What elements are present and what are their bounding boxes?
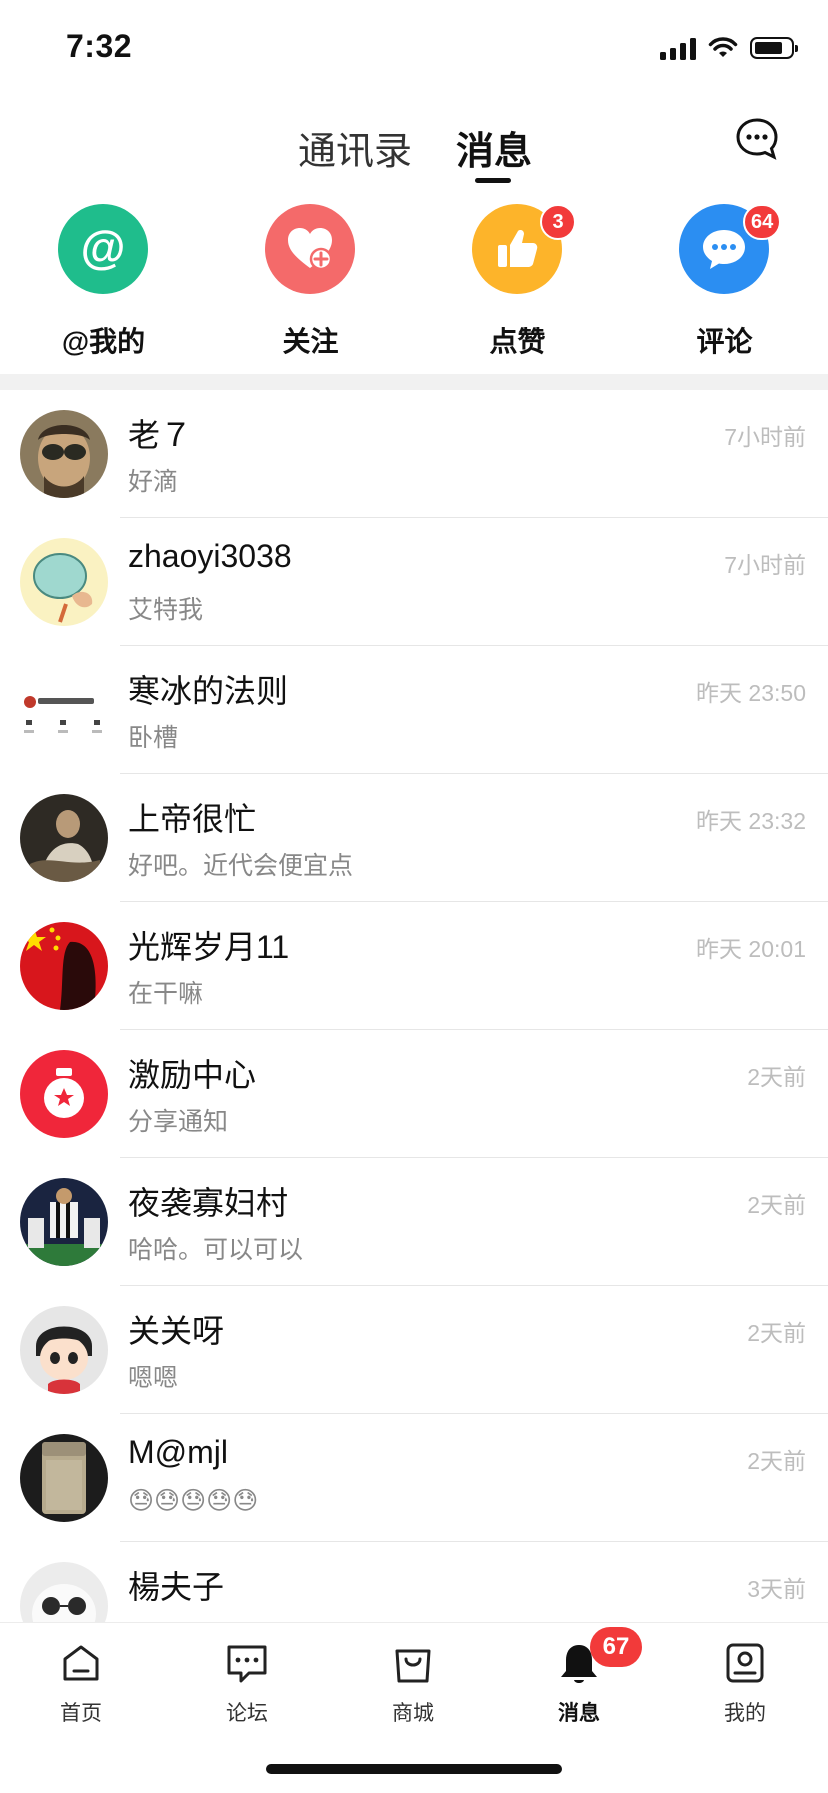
- conversation-preview: 分享通知: [128, 1108, 229, 1136]
- quick-action-mentions[interactable]: @ @我的: [0, 204, 207, 364]
- conversation-time: 2天前: [747, 1320, 806, 1346]
- new-chat-button[interactable]: [734, 116, 780, 162]
- tabbar-label: 商城: [392, 1702, 434, 1725]
- conversation-preview: 在干嘛: [128, 980, 204, 1008]
- cellular-signal-icon: [660, 36, 696, 60]
- conversation-time: 2天前: [747, 1064, 806, 1090]
- tabbar-shop[interactable]: 商城: [358, 1641, 468, 1741]
- shopping-bag-icon: [395, 1649, 431, 1683]
- quick-action-label: 关注: [282, 326, 339, 357]
- avatar: [20, 538, 108, 626]
- conversation-item[interactable]: 夜袭寡妇村 哈哈。可以可以 2天前: [0, 1158, 828, 1286]
- forum-icon: [227, 1645, 267, 1683]
- tab-contacts[interactable]: 通讯录: [298, 120, 412, 175]
- conversation-name: 激励中心: [128, 1057, 257, 1093]
- conversation-list[interactable]: 老７ 好滴 7小时前 zhaoyi3038 艾特我 7小时前 寒冰的法则 卧槽 …: [0, 390, 828, 1622]
- conversation-item[interactable]: 光辉岁月11 在干嘛 昨天 20:01: [0, 902, 828, 1030]
- conversation-name: 老７: [128, 417, 193, 453]
- conversation-name: 楊夫子: [128, 1569, 225, 1605]
- conversation-time: 7小时前: [724, 552, 806, 578]
- quick-action-label: 评论: [696, 326, 753, 357]
- section-divider: [0, 374, 828, 390]
- conversation-preview: 好吧。近代会便宜点: [128, 852, 354, 880]
- quick-actions: @ @我的 关注 3 点赞 64 评论: [0, 204, 828, 364]
- quick-action-label: 点赞: [489, 326, 546, 357]
- likes-badge: 3: [540, 204, 576, 240]
- avatar: [20, 922, 108, 1010]
- tabbar-label: 消息: [558, 1702, 600, 1725]
- at-icon: @: [58, 204, 148, 294]
- conversation-item[interactable]: 关关呀 嗯嗯 2天前: [0, 1286, 828, 1414]
- conversation-time: 7小时前: [724, 424, 806, 450]
- messages-badge: 67: [590, 1627, 642, 1667]
- chat-bubble-icon: [736, 118, 778, 160]
- conversation-preview: 明天呢: [128, 1614, 203, 1622]
- avatar: [20, 666, 108, 754]
- conversation-item[interactable]: 上帝很忙 好吧。近代会便宜点 昨天 23:32: [0, 774, 828, 902]
- home-icon: [63, 1645, 99, 1681]
- status-bar: 7:32: [0, 0, 828, 100]
- svg-text:@: @: [81, 221, 126, 273]
- wifi-icon: [708, 37, 738, 57]
- avatar: [20, 1562, 108, 1622]
- avatar: [20, 1306, 108, 1394]
- conversation-time: 昨天 20:01: [696, 936, 806, 962]
- avatar: [20, 794, 108, 882]
- conversation-name: 光辉岁月11: [128, 929, 290, 965]
- conversation-time: 昨天 23:50: [696, 680, 806, 706]
- quick-action-likes[interactable]: 3 点赞: [414, 204, 621, 364]
- conversation-preview: 嗯嗯: [128, 1364, 179, 1392]
- avatar: [20, 410, 108, 498]
- quick-action-label: @我的: [61, 326, 146, 357]
- status-time: 7:32: [66, 28, 133, 64]
- active-tab-indicator: [475, 178, 511, 183]
- tabbar-home[interactable]: 首页: [26, 1641, 136, 1741]
- tabbar-profile[interactable]: 我的: [690, 1641, 800, 1741]
- battery-icon: [750, 37, 798, 59]
- home-indicator: [266, 1764, 562, 1774]
- header: 通讯录 消息: [0, 100, 828, 190]
- conversation-preview: 😓😓😓😓😓: [128, 1487, 259, 1515]
- avatar: [20, 1050, 108, 1138]
- tab-messages[interactable]: 消息: [456, 120, 532, 175]
- conversation-item[interactable]: 激励中心 分享通知 2天前: [0, 1030, 828, 1158]
- tabbar-messages[interactable]: 67 消息: [524, 1627, 642, 1741]
- conversation-name: zhaoyi3038: [128, 538, 292, 574]
- conversation-name: 寒冰的法则: [128, 673, 289, 709]
- conversation-preview: 好滴: [128, 468, 179, 496]
- conversation-time: 昨天 23:32: [696, 808, 806, 834]
- conversation-item[interactable]: zhaoyi3038 艾特我 7小时前: [0, 518, 828, 646]
- conversation-preview: 卧槽: [128, 724, 179, 752]
- conversation-item[interactable]: 楊夫子 明天呢 3天前: [0, 1542, 828, 1622]
- quick-action-follows[interactable]: 关注: [207, 204, 414, 364]
- avatar: [20, 1434, 108, 1522]
- tabbar-label: 论坛: [226, 1702, 268, 1725]
- tabbar-label: 首页: [60, 1702, 102, 1725]
- tabbar-forum[interactable]: 论坛: [192, 1641, 302, 1741]
- conversation-name: 关关呀: [128, 1313, 225, 1349]
- conversation-name: 上帝很忙: [128, 801, 257, 837]
- conversation-time: 2天前: [747, 1192, 806, 1218]
- conversation-time: 2天前: [747, 1448, 806, 1474]
- comments-badge: 64: [743, 204, 782, 240]
- heart-plus-icon: [265, 204, 355, 294]
- status-icons: [660, 36, 798, 60]
- conversation-time: 3天前: [747, 1576, 806, 1602]
- conversation-item[interactable]: M@mjl 😓😓😓😓😓 2天前: [0, 1414, 828, 1542]
- tabbar-label: 我的: [724, 1702, 766, 1725]
- avatar: [20, 1178, 108, 1266]
- conversation-item[interactable]: 寒冰的法则 卧槽 昨天 23:50: [0, 646, 828, 774]
- conversation-preview: 哈哈。可以可以: [128, 1236, 304, 1264]
- quick-action-comments[interactable]: 64 评论: [621, 204, 828, 364]
- conversation-item[interactable]: 老７ 好滴 7小时前: [0, 390, 828, 518]
- conversation-name: 夜袭寡妇村: [128, 1185, 289, 1221]
- profile-icon: [726, 1643, 764, 1683]
- conversation-name: M@mjl: [128, 1434, 229, 1470]
- conversation-preview: 艾特我: [128, 596, 204, 624]
